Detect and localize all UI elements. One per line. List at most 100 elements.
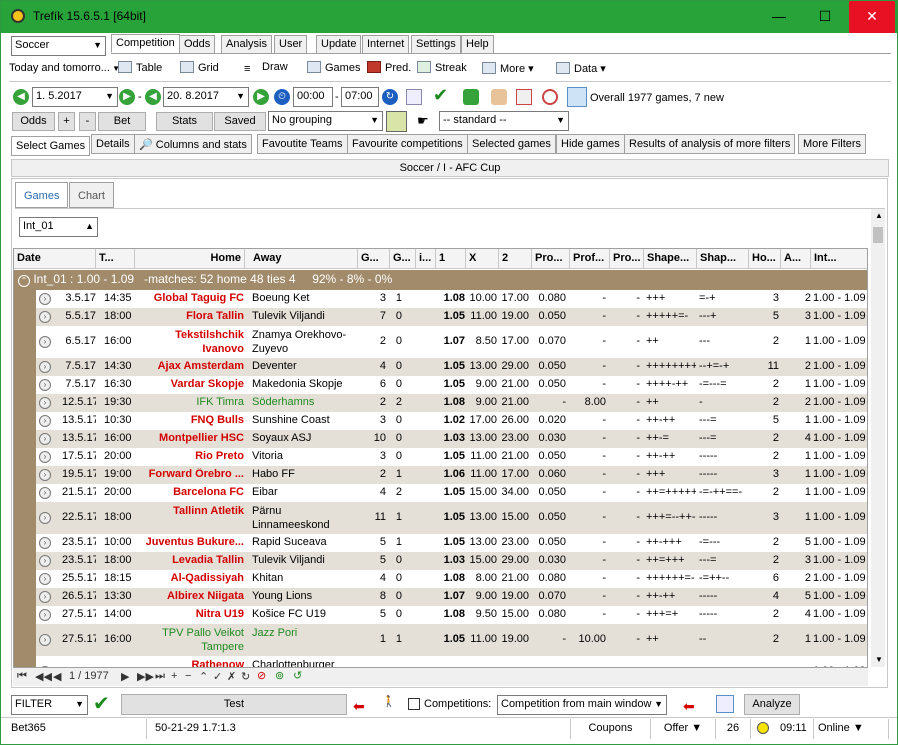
tab-competition[interactable]: Competition — [111, 34, 180, 53]
hand-icon[interactable] — [491, 89, 507, 105]
table-row[interactable]: › 23.5.17 18:00 Levadia Tallin Tulevik Vilja… — [14, 552, 867, 570]
vertical-scrollbar[interactable]: ▲ ▼ — [871, 209, 885, 667]
col-pro2[interactable]: Pro... — [610, 249, 644, 269]
col-odds-2[interactable]: 2 — [499, 249, 532, 269]
magnifier-icon[interactable] — [542, 89, 558, 105]
plus-button[interactable]: + — [58, 112, 75, 131]
table-row[interactable]: › 21.5.17 20:00 Barcelona FC Eibar 4 2 1.05 15.0… — [14, 484, 867, 502]
inner-tab-games[interactable]: Games — [15, 182, 69, 208]
minimize-button[interactable]: — — [756, 1, 802, 33]
table-row[interactable]: › 27.5.17 16:00 TPV Pallo Veikot Tampere Jaz… — [14, 624, 867, 656]
edit-record-icon[interactable]: ⌃ — [199, 670, 208, 683]
row-expand-icon[interactable]: › — [39, 293, 51, 305]
status-offer[interactable]: Offer ▼ — [651, 719, 716, 739]
table-row[interactable]: › 7.5.17 14:30 Ajax Amsterdam Deventer 4 0 1.05… — [14, 358, 867, 376]
delete-record-icon[interactable]: − — [185, 670, 191, 682]
tab-analysis[interactable]: Analysis — [221, 35, 272, 54]
prev-page-icon[interactable]: ◀◀ — [35, 670, 52, 683]
prev-date-to-icon[interactable]: ◀ — [145, 89, 161, 105]
group-row[interactable]: ⌃ Int_01 : 1.00 - 1.09 -matches: 52 home… — [14, 270, 867, 290]
col-pro1[interactable]: Pro... — [532, 249, 570, 269]
calendar-icon[interactable] — [406, 89, 422, 105]
filter-select[interactable]: FILTER ▼ — [11, 695, 88, 715]
row-expand-icon[interactable]: › — [39, 433, 51, 445]
time-to-input[interactable]: 07:00 — [341, 87, 379, 107]
next-page-icon[interactable]: ▶▶ — [137, 670, 154, 683]
col-away[interactable]: Away — [250, 249, 358, 269]
date-from-select[interactable]: 1. 5.2017 ▼ — [32, 87, 118, 107]
col-shape2[interactable]: Shap... — [697, 249, 749, 269]
prev-date-from-icon[interactable]: ◀ — [13, 89, 29, 105]
games-button[interactable]: Games — [305, 58, 362, 78]
tab-internet[interactable]: Internet — [362, 35, 410, 54]
sport-select[interactable]: Soccer ▼ — [11, 36, 106, 56]
subtab-selected-games[interactable]: Selected games — [467, 134, 556, 154]
table-row[interactable]: › 6.5.17 16:00 Tekstilshchik Ivanovo Znamya … — [14, 326, 867, 358]
stats-button[interactable]: Stats — [156, 112, 213, 131]
col-home[interactable]: Home — [135, 249, 245, 269]
standard-select[interactable]: -- standard -- ▼ — [439, 111, 569, 131]
row-expand-icon[interactable]: › — [39, 397, 51, 409]
row-expand-icon[interactable]: › — [39, 634, 51, 646]
collapse-icon[interactable]: ⌃ — [18, 275, 30, 287]
table-row[interactable]: › 13.5.17 10:30 FNQ Bulls Sunshine Coast 3 0 1.… — [14, 412, 867, 430]
tab-settings[interactable]: Settings — [411, 35, 461, 54]
status-online[interactable]: Online ▼ — [814, 719, 889, 739]
table-row[interactable]: › 23.5.17 10:00 Juventus Bukure... Rapid Suc… — [14, 534, 867, 552]
bet-button[interactable]: Bet — [98, 112, 146, 131]
chart-toggle-icon[interactable] — [567, 87, 587, 107]
cancel-record-icon[interactable]: ✗ — [227, 670, 236, 683]
subtab-columns[interactable]: 🔎 Columns and stats — [134, 134, 252, 154]
inner-tab-chart[interactable]: Chart — [69, 182, 114, 208]
odds-button[interactable]: Odds — [12, 112, 55, 131]
post-record-icon[interactable]: ✓ — [213, 670, 222, 683]
filter-icon[interactable]: ⊚ — [275, 669, 284, 682]
refresh-record-icon[interactable]: ↻ — [241, 670, 250, 683]
status-coupons[interactable]: Coupons — [571, 719, 651, 739]
add-record-icon[interactable]: + — [171, 670, 177, 682]
col-info[interactable]: i... — [416, 249, 436, 269]
subtab-details[interactable]: Details — [91, 134, 135, 154]
col-goals-home[interactable]: G... — [358, 249, 390, 269]
table-button[interactable]: Table — [116, 58, 164, 78]
row-expand-icon[interactable]: › — [39, 469, 51, 481]
table-row[interactable]: › 12.5.17 19:30 IFK Timra Söderhamns 2 2 1.08 9.… — [14, 394, 867, 412]
date-to-select[interactable]: 20. 8.2017 ▼ — [163, 87, 249, 107]
date-range-select[interactable]: Today and tomorro... ▼ — [9, 62, 120, 74]
scroll-down-icon[interactable]: ▼ — [875, 655, 883, 664]
analyze-button[interactable]: Analyze — [744, 694, 800, 715]
next-record-icon[interactable]: ▶ — [121, 670, 129, 683]
table-row[interactable]: › 27.5.17 14:00 Nitra U19 Košice FC U19 5 0 1.0… — [14, 606, 867, 624]
grid-button[interactable]: Grid — [178, 58, 221, 78]
row-expand-icon[interactable]: › — [39, 573, 51, 585]
draw-button[interactable]: ≡ Draw — [242, 58, 290, 78]
more-button[interactable]: More ▾ — [480, 59, 536, 79]
saved-button[interactable]: Saved — [214, 112, 266, 131]
subtab-favourite-competitions[interactable]: Favourite competitions — [347, 134, 468, 154]
table-row[interactable]: › 3.5.17 14:35 Global Taguig FC Boeung Ket 3 1… — [14, 290, 867, 308]
apply-filter-icon[interactable]: ✔ — [93, 691, 110, 716]
scroll-up-icon[interactable]: ▲ — [875, 211, 883, 220]
last-record-icon[interactable]: ⏭ — [155, 670, 165, 683]
time-from-input[interactable]: 00:00 — [293, 87, 333, 107]
subtab-more-filters[interactable]: More Filters — [798, 134, 867, 154]
col-time[interactable]: T... — [96, 249, 135, 269]
competition-select[interactable]: Competition from main window ▼ — [497, 695, 667, 715]
table-row[interactable]: ›RathenowCharlottenburger++++++==-===-1.… — [14, 656, 867, 667]
maximize-button[interactable]: ☐ — [802, 1, 848, 33]
col-goals-away[interactable]: G... — [390, 249, 416, 269]
streak-button[interactable]: Streak — [415, 58, 469, 78]
clipboard-icon[interactable] — [516, 89, 532, 105]
person-icon[interactable]: 🚶 — [382, 695, 398, 713]
row-expand-icon[interactable]: › — [39, 512, 51, 524]
row-expand-icon[interactable]: › — [39, 336, 51, 348]
reload-icon[interactable]: ↺ — [293, 669, 302, 682]
prev-record-icon[interactable]: ◀ — [53, 670, 61, 683]
tab-user[interactable]: User — [274, 35, 308, 54]
row-expand-icon[interactable]: › — [39, 591, 51, 603]
row-expand-icon[interactable]: › — [39, 379, 51, 391]
grouping-select[interactable]: No grouping ▼ — [268, 111, 383, 131]
col-odds-1[interactable]: 1 — [436, 249, 466, 269]
row-expand-icon[interactable]: › — [39, 555, 51, 567]
table-row[interactable]: › 26.5.17 13:30 Albirex Niigata Young Lions 8… — [14, 588, 867, 606]
